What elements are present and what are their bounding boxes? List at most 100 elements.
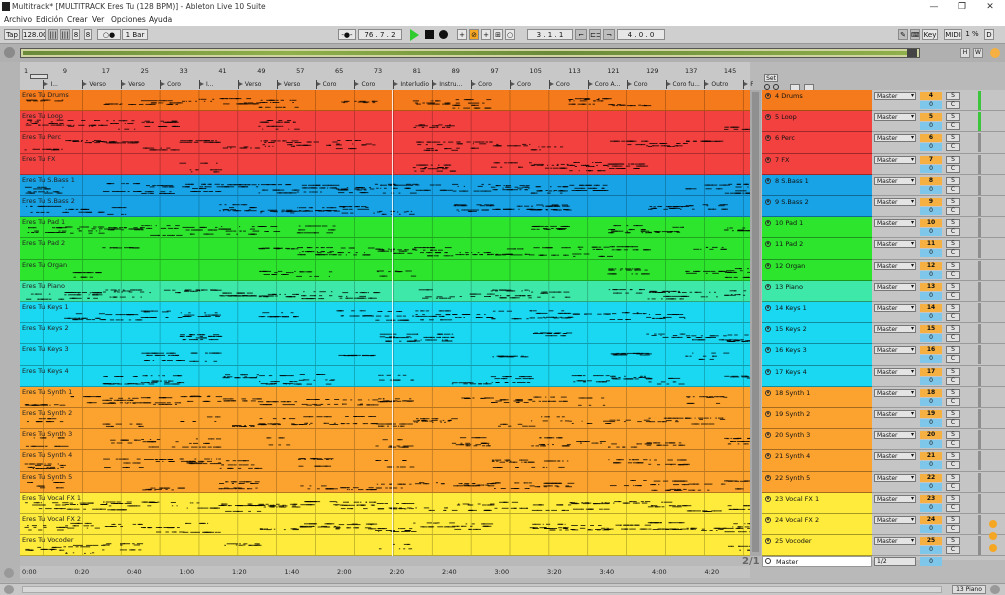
track-lane[interactable]: Eres Tu Keys 1 — [20, 302, 750, 324]
record-button-icon[interactable] — [439, 30, 448, 39]
track-lane[interactable]: Eres Tu FX — [20, 153, 750, 175]
arrangement-position[interactable]: 76 . 7 . 2 — [358, 29, 402, 40]
session-record-icon[interactable]: ⊞ — [493, 29, 503, 40]
track-lane[interactable]: Eres Tu Piano — [20, 280, 750, 302]
punch-in-icon[interactable]: ⌐ — [575, 29, 587, 40]
menu-ver[interactable]: Ver — [92, 15, 104, 24]
arrangement-view[interactable]: Eres Tu Drums Eres Tu Loop Eres Tu Perc Ere… — [20, 90, 750, 556]
midi-note — [140, 396, 146, 398]
close-button[interactable]: ✕ — [976, 0, 1004, 14]
browser-toggle-icon[interactable] — [990, 48, 1000, 58]
nudge-up-icon[interactable]: ||| — [60, 29, 70, 40]
midi-note — [373, 291, 379, 293]
track-lane[interactable]: Eres Tu S.Bass 2 — [20, 196, 750, 218]
track-lane[interactable]: Eres Tu Perc — [20, 132, 750, 154]
add-icon[interactable]: + — [481, 29, 491, 40]
computer-keyboard-icon[interactable]: ⌨ — [910, 29, 920, 40]
midi-note — [316, 459, 324, 461]
key-map-button[interactable]: Key — [922, 29, 938, 40]
menu-crear[interactable]: Crear — [67, 15, 87, 24]
locator-marker[interactable]: Coro — [354, 80, 393, 89]
hide-button[interactable]: H — [960, 48, 970, 58]
locator-marker[interactable]: Coro — [160, 80, 199, 89]
track-lane[interactable]: Eres Tu Vocal FX 1 — [20, 492, 750, 514]
loop-brace[interactable] — [30, 74, 48, 79]
play-button-icon[interactable] — [410, 29, 419, 41]
track-lane[interactable]: Eres Tu Keys 3 — [20, 344, 750, 366]
locator-marker[interactable]: Verso — [276, 80, 316, 89]
menu-archivo[interactable]: Archivo — [4, 15, 32, 24]
overview-toggle-icon[interactable] — [4, 47, 15, 58]
locator-marker[interactable]: Coro fu... — [665, 80, 705, 89]
locator-marker[interactable]: Coro — [315, 80, 355, 89]
midi-note — [431, 100, 434, 102]
locator-marker[interactable]: I... — [43, 80, 82, 89]
quantize-select[interactable]: 1 Bar — [122, 29, 148, 40]
locator-marker[interactable]: Coro — [548, 80, 588, 89]
overdub-icon[interactable]: + — [457, 29, 467, 40]
track-lane[interactable]: Eres Tu Synth 5 — [20, 471, 750, 493]
midi-map-button[interactable]: MIDI — [944, 29, 962, 40]
beat-time-ruler[interactable]: 1 9 17 25 33 41 49 57 65 73 81 89 97 105 113 121 129 137 1… — [20, 62, 753, 90]
stop-button-icon[interactable] — [425, 30, 434, 39]
locator-marker[interactable]: Final — [743, 80, 753, 89]
track-lane[interactable]: Eres Tu Organ — [20, 259, 750, 281]
track-lane[interactable]: Eres Tu Synth 2 — [20, 408, 750, 430]
tempo-field[interactable]: 128.00 — [22, 29, 46, 40]
locator-marker[interactable]: Coro A... — [587, 80, 627, 89]
capture-icon[interactable]: ○ — [505, 29, 515, 40]
minimize-button[interactable]: — — [920, 0, 948, 14]
menu-ayuda[interactable]: Ayuda — [149, 15, 172, 24]
track-lane[interactable]: Eres Tu Synth 1 — [20, 386, 750, 408]
locator-marker[interactable]: Coro — [471, 80, 510, 89]
track-lane[interactable]: Eres Tu Synth 3 — [20, 429, 750, 451]
track-lane[interactable]: Eres Tu Loop — [20, 111, 750, 133]
locator-marker[interactable]: Verso — [121, 80, 160, 89]
automation-arm-icon[interactable]: ⊘ — [469, 29, 479, 40]
track-lane[interactable]: Eres Tu Keys 4 — [20, 365, 750, 387]
loop-start-field[interactable]: 3 . 1 . 1 — [527, 29, 573, 40]
locator-marker[interactable]: Coro — [626, 80, 666, 89]
locator-marker[interactable]: Instru... — [432, 80, 471, 89]
track-lane[interactable]: Eres Tu Pad 2 — [20, 238, 750, 260]
menu-edicion[interactable]: Edición — [36, 15, 63, 24]
width-button[interactable]: W — [973, 48, 983, 58]
loop-switch-icon[interactable]: ⊏⊐ — [589, 29, 601, 40]
punch-out-icon[interactable]: ¬ — [603, 29, 615, 40]
midi-note — [159, 459, 167, 461]
maximize-button[interactable]: ❐ — [948, 0, 976, 14]
midi-note — [412, 166, 416, 168]
midi-note — [578, 404, 582, 406]
midi-note — [30, 467, 33, 469]
metronome-toggle[interactable]: ○● — [97, 29, 121, 40]
track-lane[interactable]: Eres Tu S.Bass 1 — [20, 174, 750, 196]
locator-marker[interactable]: Verso — [237, 80, 277, 89]
arrangement-overview[interactable]: H W — [0, 44, 1005, 62]
track-lane[interactable]: Eres Tu Drums — [20, 90, 750, 112]
overview-scroll-handle[interactable] — [907, 49, 917, 57]
midi-note — [554, 333, 560, 335]
menu-opciones[interactable]: Opciones — [111, 15, 146, 24]
signature-numerator[interactable]: 8 — [72, 29, 80, 40]
midi-note — [273, 211, 278, 213]
midi-note — [409, 398, 412, 400]
locator-marker[interactable]: Interludio — [393, 80, 432, 89]
track-lane[interactable]: Eres Tu Pad 1 — [20, 217, 750, 239]
loop-length-field[interactable]: 4 . 0 . 0 — [617, 29, 665, 40]
midi-note — [140, 100, 145, 102]
locator-marker[interactable]: Outro — [704, 80, 743, 89]
set-locator-button[interactable]: Set — [764, 74, 778, 82]
track-lane[interactable]: Eres Tu Keys 2 — [20, 323, 750, 345]
locator-marker[interactable]: Verso — [82, 80, 121, 89]
signature-denominator[interactable]: 8 — [84, 29, 92, 40]
follow-toggle[interactable]: -●- — [338, 29, 356, 40]
midi-note — [180, 334, 185, 336]
locator-marker[interactable]: I... — [198, 80, 238, 89]
tap-tempo-button[interactable]: Tap — [4, 29, 20, 40]
overview-strip[interactable] — [20, 48, 920, 58]
locator-marker[interactable]: Coro — [510, 80, 549, 89]
nudge-icon[interactable]: ||| — [48, 29, 58, 40]
draw-mode-icon[interactable]: ✎ — [898, 29, 908, 40]
track-lane[interactable]: Eres Tu Synth 4 — [20, 450, 750, 472]
midi-note — [601, 187, 604, 189]
